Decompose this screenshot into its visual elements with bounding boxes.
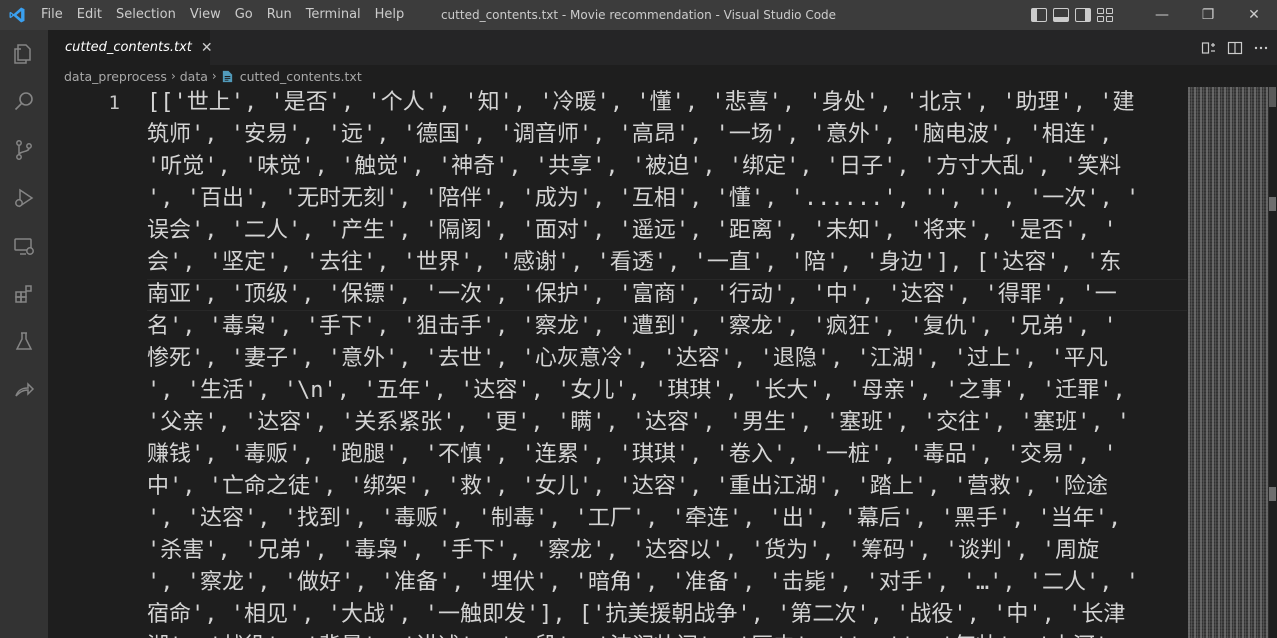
editor-tab-bar: cutted_contents.txt ✕: [48, 30, 1277, 65]
menu-terminal[interactable]: Terminal: [299, 0, 368, 30]
minimap-slider[interactable]: [1188, 87, 1268, 638]
code-line[interactable]: 湖', '战役', '背景', '讲述', '一段', '波澜壮阔', '历史'…: [147, 631, 1177, 638]
extensions-icon[interactable]: [0, 270, 48, 318]
code-line[interactable]: '杀害', '兄弟', '毒枭', '手下', '察龙', '达容以', '货为…: [147, 535, 1177, 567]
code-line[interactable]: '父亲', '达容', '关系紧张', '更', '瞒', '达容', '男生'…: [147, 407, 1177, 439]
split-editor-icon[interactable]: [1227, 40, 1243, 56]
code-line[interactable]: 筑师', '安易', '远', '德国', '调音师', '高昂', '一场',…: [147, 119, 1177, 151]
more-actions-icon[interactable]: [1253, 40, 1269, 56]
code-line[interactable]: 赚钱', '毒贩', '跑腿', '不慎', '连累', '琪琪', '卷入',…: [147, 439, 1177, 471]
vscode-logo-icon[interactable]: [0, 0, 34, 30]
open-changes-icon[interactable]: [1201, 40, 1217, 56]
live-share-icon[interactable]: [0, 366, 48, 414]
explorer-icon[interactable]: [0, 30, 48, 78]
menu-selection[interactable]: Selection: [109, 0, 183, 30]
menu-file[interactable]: File: [34, 0, 70, 30]
breadcrumb: data_preprocess › data › cutted_contents…: [48, 65, 1277, 87]
customize-layout-icon[interactable]: [1097, 8, 1113, 22]
run-debug-icon[interactable]: [0, 174, 48, 222]
testing-icon[interactable]: [0, 318, 48, 366]
line-number: 1: [108, 92, 120, 114]
tab-cutted-contents[interactable]: cutted_contents.txt ✕: [48, 30, 213, 65]
scrollbar-marker: [1269, 197, 1276, 211]
code-line[interactable]: ', '达容', '找到', '毒贩', '制毒', '工厂', '牵连', '…: [147, 503, 1177, 535]
menu-help[interactable]: Help: [368, 0, 412, 30]
breadcrumb-file[interactable]: cutted_contents.txt: [221, 69, 362, 84]
toggle-secondary-sidebar-icon[interactable]: [1075, 8, 1091, 22]
code-area[interactable]: [['世上', '是否', '个人', '知', '冷暖', '懂', '悲喜'…: [147, 87, 1177, 638]
vertical-scrollbar[interactable]: [1268, 87, 1277, 638]
scrollbar-marker: [1269, 487, 1276, 501]
editor[interactable]: 1 [['世上', '是否', '个人', '知', '冷暖', '懂', '悲…: [48, 87, 1277, 638]
minimize-button[interactable]: —: [1139, 0, 1185, 30]
remote-explorer-icon[interactable]: [0, 222, 48, 270]
chevron-right-icon: ›: [211, 69, 217, 83]
code-line[interactable]: ', '生活', '\n', '五年', '达容', '女儿', '琪琪', '…: [147, 375, 1177, 407]
file-icon: [222, 70, 232, 82]
breadcrumb-folder-data-preprocess[interactable]: data_preprocess: [64, 69, 167, 84]
line-number-gutter: 1: [48, 87, 144, 638]
code-line[interactable]: 中', '亡命之徒', '绑架', '救', '女儿', '达容', '重出江湖…: [147, 471, 1177, 503]
code-line[interactable]: 名', '毒枭', '手下', '狙击手', '察龙', '遭到', '察龙',…: [147, 311, 1177, 343]
scrollbar-thumb[interactable]: [1269, 87, 1276, 107]
search-icon[interactable]: [0, 78, 48, 126]
code-line[interactable]: 宿命', '相见', '大战', '一触即发'], ['抗美援朝战争', '第二…: [147, 599, 1177, 631]
breadcrumb-file-label: cutted_contents.txt: [239, 68, 362, 84]
toggle-panel-icon[interactable]: [1053, 8, 1069, 22]
activity-bar: [0, 30, 48, 638]
restore-button[interactable]: ❐: [1185, 0, 1231, 30]
chevron-right-icon: ›: [170, 69, 176, 83]
tab-label: cutted_contents.txt: [65, 40, 192, 55]
code-line[interactable]: [['世上', '是否', '个人', '知', '冷暖', '懂', '悲喜'…: [147, 87, 1177, 119]
source-control-icon[interactable]: [0, 126, 48, 174]
menu-go[interactable]: Go: [228, 0, 260, 30]
title-bar: File Edit Selection View Go Run Terminal…: [0, 0, 1277, 30]
code-line[interactable]: ', '百出', '无时无刻', '陪伴', '成为', '互相', '懂', …: [147, 183, 1177, 215]
toggle-primary-sidebar-icon[interactable]: [1031, 8, 1047, 22]
breadcrumb-folder-data[interactable]: data: [180, 69, 208, 84]
close-window-button[interactable]: ✕: [1231, 0, 1277, 30]
menu-bar: File Edit Selection View Go Run Terminal…: [34, 0, 411, 30]
menu-run[interactable]: Run: [260, 0, 299, 30]
code-line[interactable]: ', '察龙', '做好', '准备', '埋伏', '暗角', '准备', '…: [147, 567, 1177, 599]
code-line[interactable]: '听觉', '味觉', '触觉', '神奇', '共享', '被迫', '绑定'…: [147, 151, 1177, 183]
tab-close-icon[interactable]: ✕: [201, 40, 213, 56]
code-line[interactable]: 南亚', '顶级', '保镖', '一次', '保护', '富商', '行动',…: [147, 279, 1177, 311]
menu-edit[interactable]: Edit: [70, 0, 109, 30]
code-line[interactable]: 会', '坚定', '去往', '世界', '感谢', '看透', '一直', …: [147, 247, 1177, 279]
menu-view[interactable]: View: [183, 0, 228, 30]
code-line[interactable]: 惨死', '妻子', '意外', '去世', '心灰意冷', '达容', '退隐…: [147, 343, 1177, 375]
code-line[interactable]: 误会', '二人', '产生', '隔阂', '面对', '遥远', '距离',…: [147, 215, 1177, 247]
